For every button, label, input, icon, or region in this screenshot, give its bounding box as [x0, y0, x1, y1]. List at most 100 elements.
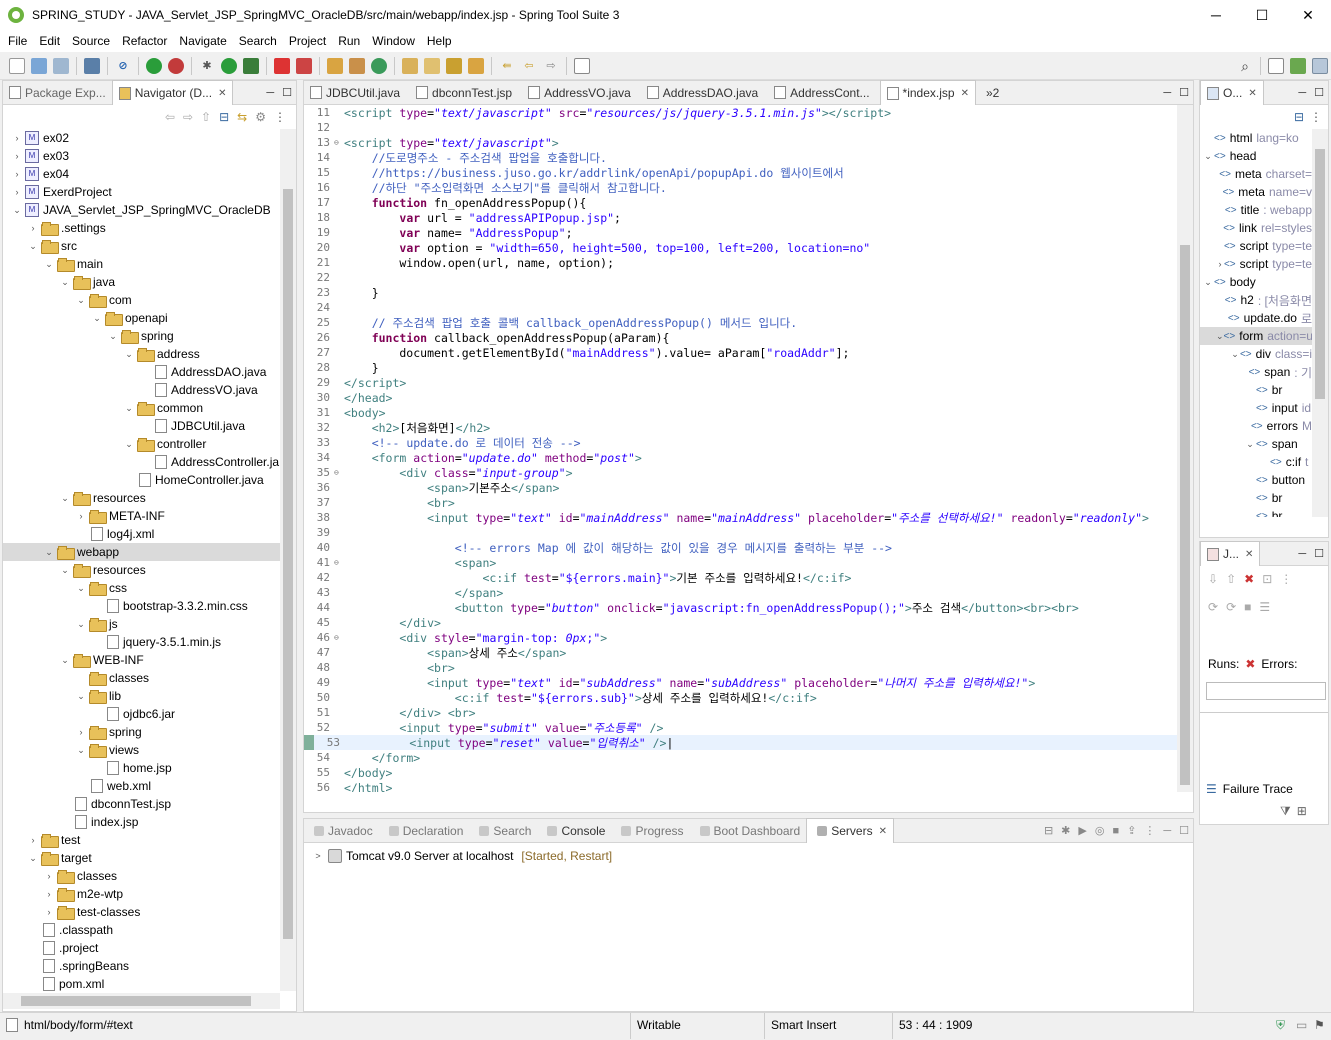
tree-item[interactable]: › Mex03	[3, 147, 280, 165]
tree-item[interactable]: AddressVO.java	[3, 381, 280, 399]
tab-editor[interactable]: JDBCUtil.java	[304, 81, 406, 105]
profile-server-icon[interactable]: ◎	[1095, 824, 1105, 837]
minimize-view-icon[interactable]: ─	[1298, 548, 1306, 560]
open-perspective-icon[interactable]	[1268, 57, 1284, 74]
tab-javadoc[interactable]: Javadoc	[304, 819, 379, 843]
tree-item[interactable]: ⌄ com	[3, 291, 280, 309]
outline-item[interactable]: <> span: 기	[1200, 363, 1312, 381]
tree-item[interactable]: ⌄ views	[3, 741, 280, 759]
code-line[interactable]: 11 <script type="text/javascript" src="re…	[304, 105, 1177, 120]
code-line[interactable]: 42 <c:if test="${errors.main}">기본 주소를 입력…	[304, 570, 1177, 585]
code-line[interactable]: 56 </html>	[304, 780, 1177, 793]
expand-icon[interactable]: ⌄	[27, 241, 39, 252]
tree-item[interactable]: dbconnTest.jsp	[3, 795, 280, 813]
fold-marker[interactable]: ⊖	[334, 633, 344, 642]
code-line[interactable]: 48 <br>	[304, 660, 1177, 675]
collapse-all-icon[interactable]: ⊟	[219, 110, 229, 124]
tree-item[interactable]: › test	[3, 831, 280, 849]
code-line[interactable]: 23 }	[304, 285, 1177, 300]
expand-icon[interactable]: ›	[75, 511, 87, 521]
history-icon[interactable]: ☰	[1259, 600, 1270, 614]
compare-icon[interactable]: ⊞	[1297, 804, 1307, 819]
tree-item[interactable]: HomeController.java	[3, 471, 280, 489]
expand-icon[interactable]: ⌄	[59, 565, 71, 576]
up-icon[interactable]: ⇧	[201, 110, 211, 124]
expand-icon[interactable]: ›	[43, 889, 55, 899]
link-with-editor-icon[interactable]: ⇆	[237, 110, 247, 124]
filter-icon[interactable]: ⚙	[255, 110, 266, 124]
outline-item[interactable]: <> br	[1200, 507, 1312, 517]
close-icon[interactable]: ✕	[879, 826, 887, 837]
code-line[interactable]: 15 //https://business.juso.go.kr/addrlin…	[304, 165, 1177, 180]
code-line[interactable]: 21 window.open(url, name, option);	[304, 255, 1177, 270]
start-server-icon[interactable]: ▶	[1078, 824, 1086, 837]
tree-item[interactable]: ⌄ css	[3, 579, 280, 597]
tab-outline[interactable]: O... ✕	[1200, 80, 1264, 105]
stop-server-icon[interactable]: ■	[1112, 825, 1119, 837]
search-icon[interactable]: ⌕	[1237, 58, 1253, 74]
expand-icon[interactable]: ›	[43, 907, 55, 917]
open-resource-icon[interactable]	[424, 57, 440, 74]
menu-search[interactable]: Search	[233, 34, 283, 48]
tab-console[interactable]: Console	[537, 819, 611, 843]
outline-item[interactable]: ⌄ <> div class=i	[1200, 345, 1312, 363]
back-icon[interactable]: ⇦	[521, 58, 537, 74]
expand-icon[interactable]: ⌄	[1202, 151, 1214, 162]
code-line[interactable]: 39	[304, 525, 1177, 540]
tree-item[interactable]: .classpath	[3, 921, 280, 939]
code-line[interactable]: 14 //도로명주소 - 주소검색 팝업을 호출합니다.	[304, 150, 1177, 165]
tree-item[interactable]: bootstrap-3.3.2.min.css	[3, 597, 280, 615]
stop-server-icon[interactable]	[168, 57, 184, 74]
menu-run[interactable]: Run	[332, 34, 366, 48]
code-line[interactable]: 32 <h2>[처음화면]</h2>	[304, 420, 1177, 435]
forward-icon[interactable]: ⇨	[183, 110, 193, 124]
expand-icon[interactable]: ⌄	[75, 295, 87, 306]
outline-item[interactable]: <> errors M	[1200, 417, 1312, 435]
tab-editor[interactable]: AddressVO.java	[522, 81, 637, 105]
view-menu-icon[interactable]: ⋮	[1280, 572, 1292, 586]
code-line[interactable]: 55 </body>	[304, 765, 1177, 780]
minimize-view-icon[interactable]: ─	[1163, 825, 1171, 837]
code-line[interactable]: 22	[304, 270, 1177, 285]
expand-icon[interactable]: ⌄	[1230, 349, 1240, 360]
outline-item[interactable]: <> update.do 로	[1200, 309, 1312, 327]
expand-icon[interactable]: ›	[43, 871, 55, 881]
tab-junit[interactable]: J... ✕	[1200, 541, 1261, 566]
tab-editor[interactable]: *index.jsp ✕	[879, 80, 976, 105]
tree-item[interactable]: AddressController.ja	[3, 453, 280, 471]
tab-servers[interactable]: Servers ✕	[806, 818, 894, 843]
outline-item[interactable]: <> meta charset=	[1200, 165, 1312, 183]
pin-editor-icon[interactable]	[574, 57, 590, 74]
code-line[interactable]: 29 </script>	[304, 375, 1177, 390]
tree-item[interactable]: classes	[3, 669, 280, 687]
close-icon[interactable]: ✕	[1248, 88, 1256, 99]
code-line[interactable]: 44 <button type="button" onclick="javasc…	[304, 600, 1177, 615]
code-line[interactable]: 46 ⊖ <div style="margin-top: 0px;">	[304, 630, 1177, 645]
notification-icon[interactable]: ⚑	[1314, 1018, 1325, 1032]
minimize-view-icon[interactable]: ─	[266, 87, 274, 99]
tree-item[interactable]: › M ExerdProject	[3, 183, 280, 201]
expand-icon[interactable]: >	[312, 851, 324, 861]
expand-icon[interactable]: ⌄	[43, 547, 55, 558]
tree-item[interactable]: ⌄ java	[3, 273, 280, 291]
tree-item[interactable]: › classes	[3, 867, 280, 885]
run-icon[interactable]	[221, 57, 237, 74]
expand-icon[interactable]: ⌄	[123, 439, 135, 450]
tree-item[interactable]: › test-classes	[3, 903, 280, 921]
menu-project[interactable]: Project	[283, 34, 332, 48]
minimize-view-icon[interactable]: ─	[1163, 87, 1171, 99]
next-failure-icon[interactable]: ⇩	[1208, 572, 1218, 586]
stop-icon[interactable]: ■	[1244, 600, 1251, 614]
expand-icon[interactable]: ⌄	[75, 619, 87, 630]
tab-progress[interactable]: Progress	[611, 819, 689, 843]
tree-item[interactable]: ⌄ js	[3, 615, 280, 633]
code-line[interactable]: 51 </div> <br>	[304, 705, 1177, 720]
expand-icon[interactable]: ⌄	[43, 259, 55, 270]
console-icon[interactable]	[84, 57, 100, 74]
outline-item[interactable]: ⌄ <> head	[1200, 147, 1312, 165]
code-line[interactable]: 24	[304, 300, 1177, 315]
open-task-icon[interactable]	[468, 57, 484, 74]
expand-icon[interactable]: ⌄	[75, 583, 87, 594]
outline-item[interactable]: <> br	[1200, 381, 1312, 399]
outline-scrollbar[interactable]	[1312, 129, 1328, 517]
